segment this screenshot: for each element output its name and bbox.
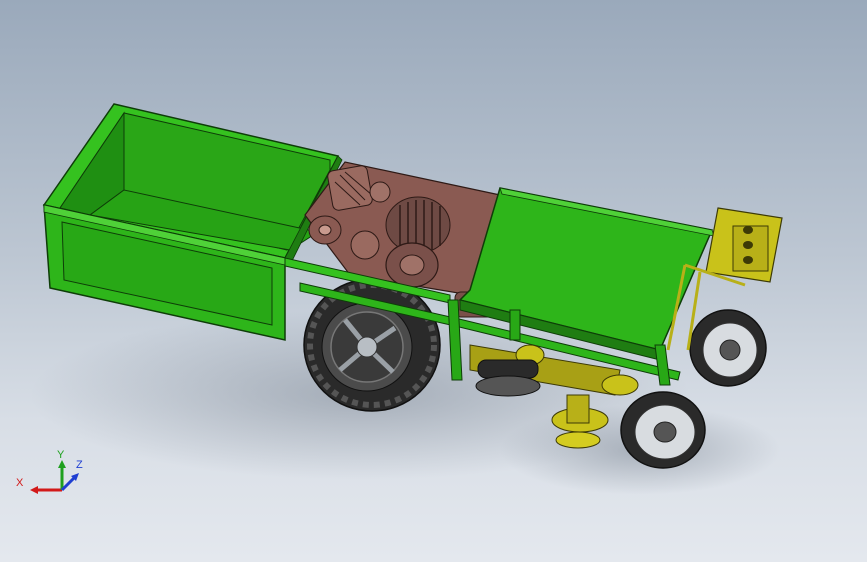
y-axis-head <box>58 460 66 468</box>
front-wheel-right[interactable] <box>689 309 767 387</box>
front-wheel-left[interactable] <box>620 391 706 469</box>
x-axis-head <box>30 486 38 494</box>
triad-z-label: Z <box>76 459 83 471</box>
graphics-viewport[interactable]: X Y Z <box>0 0 867 562</box>
trailer-box[interactable] <box>42 103 343 341</box>
triad-y-label: Y <box>57 449 65 461</box>
triad-x-label: X <box>16 477 24 489</box>
3d-model-view[interactable] <box>0 0 867 562</box>
view-triad: X Y Z <box>14 450 94 510</box>
